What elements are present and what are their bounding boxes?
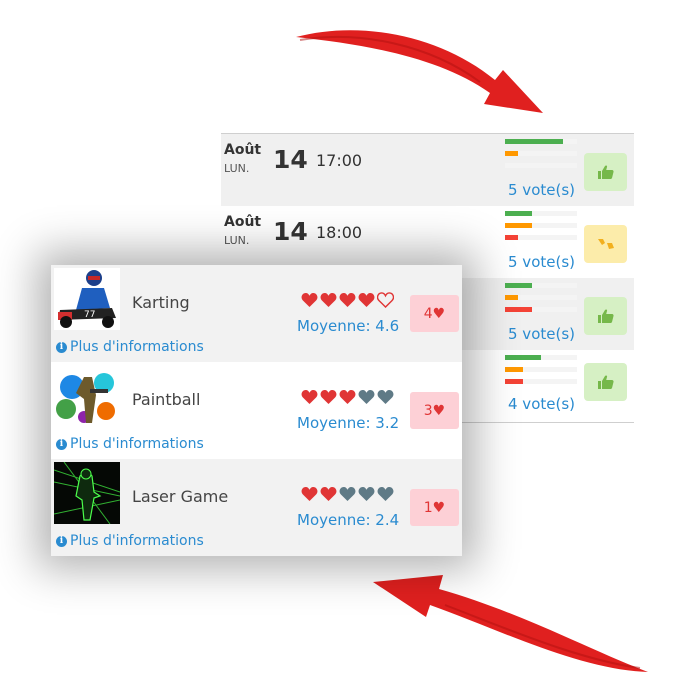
vote-bars xyxy=(505,211,577,247)
heart-icon xyxy=(358,389,375,405)
karting-image: 77 xyxy=(54,268,120,330)
heart-rating xyxy=(301,389,396,407)
vote-count: 4 vote(s) xyxy=(508,395,575,413)
thumbs-up-icon xyxy=(597,165,614,179)
vote-bar-fill xyxy=(505,211,533,216)
svg-text:77: 77 xyxy=(84,310,95,320)
weekday-label: LUN. xyxy=(224,162,250,175)
activity-row: Paintball Moyenne: 3.2 3 ♥ i Plus d'infor… xyxy=(51,362,462,459)
heart-icon xyxy=(320,292,337,308)
vote-bar-track xyxy=(505,295,577,300)
heart-icon: ♥ xyxy=(432,499,446,516)
vote-bar-fill xyxy=(505,151,518,156)
like-button[interactable]: 3 ♥ xyxy=(410,392,459,429)
activity-name: Paintball xyxy=(132,390,201,409)
info-icon: i xyxy=(56,535,67,547)
heart-icon xyxy=(301,486,318,502)
vote-bar-fill xyxy=(505,139,563,144)
vote-bar-track xyxy=(505,379,577,384)
heart-icon: ♥ xyxy=(432,305,446,322)
thumbs-up-icon xyxy=(597,309,614,323)
heart-rating xyxy=(301,292,396,310)
vote-bar-track xyxy=(505,235,577,240)
activity-row: 77 Karting Moyenne: 4.6 4 ♥ i Plus d'info… xyxy=(51,265,462,362)
more-info-label: Plus d'informations xyxy=(70,533,204,549)
like-button[interactable]: 1 ♥ xyxy=(410,489,459,526)
activities-card: 77 Karting Moyenne: 4.6 4 ♥ i Plus d'info… xyxy=(51,265,462,556)
vote-bar-track xyxy=(505,355,577,360)
day-number: 14 xyxy=(273,145,308,174)
vote-bar-track xyxy=(505,151,577,156)
laser-game-image xyxy=(54,462,120,524)
heart-icon xyxy=(358,486,375,502)
vote-bar-track xyxy=(505,283,577,288)
vote-button[interactable] xyxy=(584,153,627,191)
thumbs-up-icon xyxy=(597,375,614,389)
month-label: Août xyxy=(224,214,262,230)
vote-bar-fill xyxy=(505,223,533,228)
vote-bar-track xyxy=(505,223,577,228)
vote-bar-fill xyxy=(505,379,523,384)
weekday-label: LUN. xyxy=(224,234,250,247)
heart-icon xyxy=(320,389,337,405)
vote-bar-track xyxy=(505,211,577,216)
heart-icon xyxy=(377,486,394,502)
time-label: 18:00 xyxy=(316,223,363,242)
month-label: Août xyxy=(224,142,262,158)
more-info-label: Plus d'informations xyxy=(70,436,204,452)
schedule-row: Août LUN. 14 17:00 5 vote(s) xyxy=(221,134,634,206)
heart-icon xyxy=(339,389,356,405)
time-label: 17:00 xyxy=(316,151,363,170)
heart-icon xyxy=(320,486,337,502)
activity-name: Karting xyxy=(132,293,190,312)
heart-outline-icon xyxy=(377,292,394,308)
vote-button[interactable] xyxy=(584,363,627,401)
vote-bar-fill xyxy=(505,295,518,300)
heart-icon xyxy=(301,389,318,405)
vote-bars xyxy=(505,283,577,319)
activity-row: Laser Game Moyenne: 2.4 1 ♥ i Plus d'info… xyxy=(51,459,462,556)
more-info-link[interactable]: i Plus d'informations xyxy=(56,533,204,549)
heart-icon xyxy=(339,292,356,308)
average-label: Moyenne: 4.6 xyxy=(297,317,400,335)
vote-count: 5 vote(s) xyxy=(508,325,575,343)
more-info-link[interactable]: i Plus d'informations xyxy=(56,436,204,452)
like-count: 4 xyxy=(423,305,433,322)
average-label: Moyenne: 2.4 xyxy=(297,511,400,529)
like-count: 1 xyxy=(423,499,433,516)
vote-bar-track xyxy=(505,307,577,312)
vote-bars xyxy=(505,139,577,175)
info-icon: i xyxy=(56,341,67,353)
heart-icon xyxy=(339,486,356,502)
vote-button[interactable] xyxy=(584,297,627,335)
day-number: 14 xyxy=(273,217,308,246)
vote-bar-track xyxy=(505,367,577,372)
more-info-label: Plus d'informations xyxy=(70,339,204,355)
vote-bar-fill xyxy=(505,367,523,372)
vote-count: 5 vote(s) xyxy=(508,253,575,271)
vote-bar-track xyxy=(505,139,577,144)
paintball-image xyxy=(54,365,120,427)
vote-bar-fill xyxy=(505,355,541,360)
vote-bar-track xyxy=(505,163,577,168)
average-label: Moyenne: 3.2 xyxy=(297,414,400,432)
more-info-link[interactable]: i Plus d'informations xyxy=(56,339,204,355)
like-count: 3 xyxy=(423,402,433,419)
heart-icon: ♥ xyxy=(432,402,446,419)
heart-icon xyxy=(301,292,318,308)
thumbs-middle-icon xyxy=(597,239,614,249)
info-icon: i xyxy=(56,438,67,450)
heart-icon xyxy=(377,389,394,405)
like-button[interactable]: 4 ♥ xyxy=(410,295,459,332)
activity-name: Laser Game xyxy=(132,487,229,506)
vote-bar-fill xyxy=(505,307,533,312)
vote-bar-fill xyxy=(505,235,518,240)
vote-count: 5 vote(s) xyxy=(508,181,575,199)
vote-bar-fill xyxy=(505,283,533,288)
heart-rating xyxy=(301,486,396,504)
heart-icon xyxy=(358,292,375,308)
vote-button[interactable] xyxy=(584,225,627,263)
vote-bars xyxy=(505,355,577,391)
